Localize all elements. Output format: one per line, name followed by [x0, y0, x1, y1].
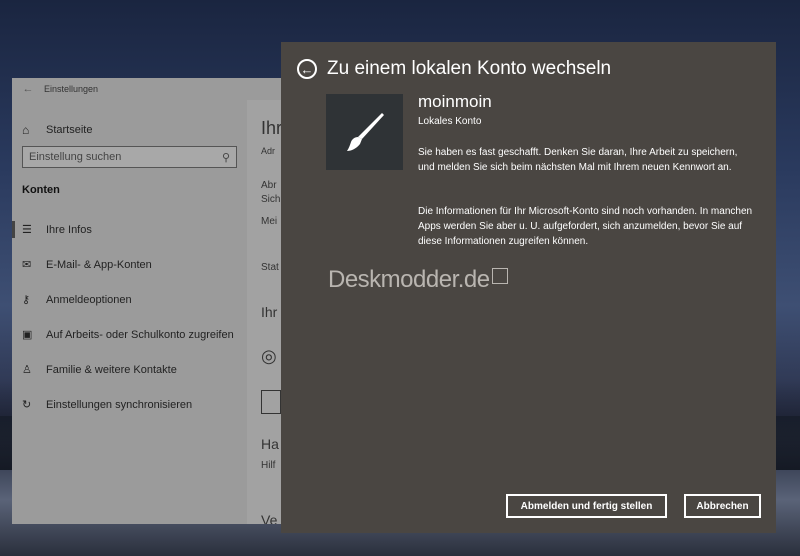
settings-titlebar: ← Einstellungen: [12, 78, 282, 100]
sign-out-finish-button[interactable]: Abmelden und fertig stellen: [506, 494, 667, 518]
search-icon: ⚲: [221, 151, 230, 164]
home-icon: ⌂: [22, 123, 30, 137]
person-card-icon: ☰: [22, 224, 32, 236]
back-arrow-icon[interactable]: ←: [297, 59, 317, 79]
key-icon: ⚷: [22, 294, 31, 306]
content-fragment: Stat: [261, 262, 279, 273]
info-paragraph-1: Sie haben es fast geschafft. Denken Sie …: [418, 147, 738, 173]
settings-window-title: Einstellungen: [44, 84, 99, 94]
content-fragment: Ve: [261, 512, 278, 524]
nav-home-label: Startseite: [46, 124, 93, 136]
content-fragment: Adr: [261, 146, 276, 156]
nav-item-label: Einstellungen synchronisieren: [46, 398, 193, 411]
camera-icon[interactable]: ◎: [261, 346, 277, 367]
settings-window: ← Einstellungen ⌂ Startseite Einstellung…: [12, 78, 282, 524]
paintbrush-icon: [346, 113, 384, 151]
dialog-header: ← Zu einem lokalen Konto wechseln: [297, 58, 611, 80]
mail-icon: ✉: [22, 259, 32, 271]
section-label: Konten: [22, 184, 60, 196]
nav-item-ihre-infos[interactable]: ☰ Ihre Infos: [12, 212, 247, 247]
account-type: Lokales Konto: [418, 116, 482, 127]
back-arrow-icon[interactable]: ←: [12, 83, 44, 95]
nav-item-anmeldeoptionen[interactable]: ⚷ Anmeldeoptionen: [12, 282, 247, 317]
person-add-icon: ♙: [22, 364, 32, 376]
nav-item-label: Ihre Infos: [46, 223, 92, 236]
settings-search-input[interactable]: Einstellung suchen ⚲: [22, 146, 237, 168]
content-fragment: Ha: [261, 436, 279, 452]
settings-content-pane: Ihr Adr Abr Sich Mei Stat Ihr ◎ Ha Hilf …: [247, 100, 282, 524]
info-paragraph-2: Die Informationen für Ihr Microsoft-Kont…: [418, 206, 753, 247]
watermark-text: Deskmodder.de: [328, 266, 490, 293]
watermark-logo-icon: [491, 268, 508, 284]
nav-item-label: Familie & weitere Kontakte: [46, 363, 177, 376]
settings-nav-pane: ⌂ Startseite Einstellung suchen ⚲ Konten…: [12, 100, 247, 524]
nav-item-sync[interactable]: ↻ Einstellungen synchronisieren: [12, 387, 247, 422]
content-fragment: Ihr: [261, 304, 278, 320]
cancel-button[interactable]: Abbrechen: [684, 494, 761, 518]
account-name: moinmoin: [418, 92, 492, 111]
sync-icon: ↻: [22, 399, 32, 411]
nav-home[interactable]: ⌂ Startseite: [12, 120, 247, 140]
content-fragment: Sich: [261, 194, 281, 205]
nav-item-familie[interactable]: ♙ Familie & weitere Kontakte: [12, 352, 247, 387]
nav-item-label: Anmeldeoptionen: [46, 293, 132, 306]
nav-item-label: Auf Arbeits- oder Schulkonto zugreifen: [46, 328, 234, 341]
content-fragment: Hilf: [261, 460, 276, 471]
switch-local-account-dialog: ← Zu einem lokalen Konto wechseln moinmo…: [281, 42, 776, 533]
nav-item-arbeitskonto[interactable]: ▣ Auf Arbeits- oder Schulkonto zugreifen: [12, 317, 247, 352]
dialog-title: Zu einem lokalen Konto wechseln: [327, 58, 612, 79]
nav-item-email-konten[interactable]: ✉ E-Mail- & App-Konten: [12, 247, 247, 282]
browse-picture-icon[interactable]: [261, 390, 281, 414]
nav-item-label: E-Mail- & App-Konten: [46, 258, 152, 271]
search-placeholder: Einstellung suchen: [29, 151, 122, 163]
briefcase-icon: ▣: [22, 329, 33, 341]
watermark: Deskmodder.de: [328, 266, 508, 294]
account-picture-tile: [326, 94, 403, 170]
content-fragment: Mei: [261, 216, 278, 227]
content-fragment: Abr: [261, 180, 277, 191]
content-fragment: Ihr: [261, 118, 282, 138]
